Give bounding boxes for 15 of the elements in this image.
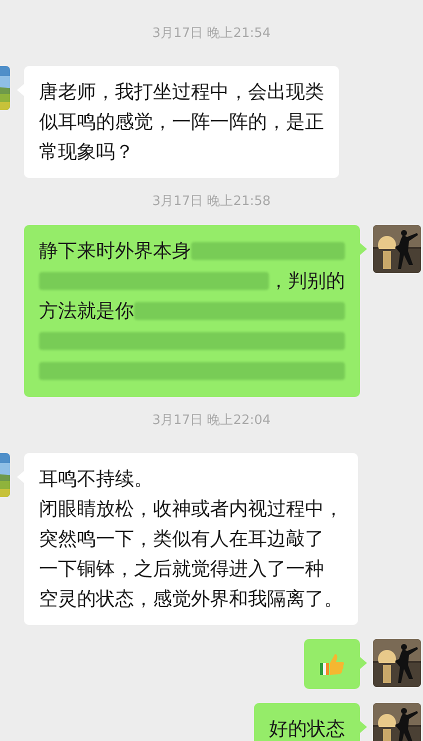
message-text: 耳鸣不持续。 [39, 466, 154, 492]
message-text: 方法就是你 [39, 298, 134, 324]
message-text: 突然鸣一下，类似有人在耳边敲了 [39, 526, 325, 552]
timestamp: 3月17日 晚上21:54 [152, 25, 271, 43]
message-text: ，判别的 [269, 268, 345, 294]
message-text: 闭眼睛放松，收神或者内视过程中， [39, 496, 343, 522]
message-text: 常现象吗？ [39, 140, 135, 164]
timestamp: 3月17日 晚上22:04 [152, 412, 271, 430]
message-text: 似耳鸣的感觉，一阵一阵的，是正 [39, 110, 324, 134]
message-text: 一下铜钵，之后就觉得进入了一种 [39, 556, 325, 582]
message-text: 唐老师，我打坐过程中，会出现类 [39, 80, 324, 104]
message-text: 静下来时外界本身 [39, 238, 191, 264]
timestamp: 3月17日 晚上21:58 [152, 192, 271, 210]
message-text: 好的状态 [269, 716, 345, 741]
message-text: 空灵的状态，感觉外界和我隔离了。 [39, 586, 343, 612]
